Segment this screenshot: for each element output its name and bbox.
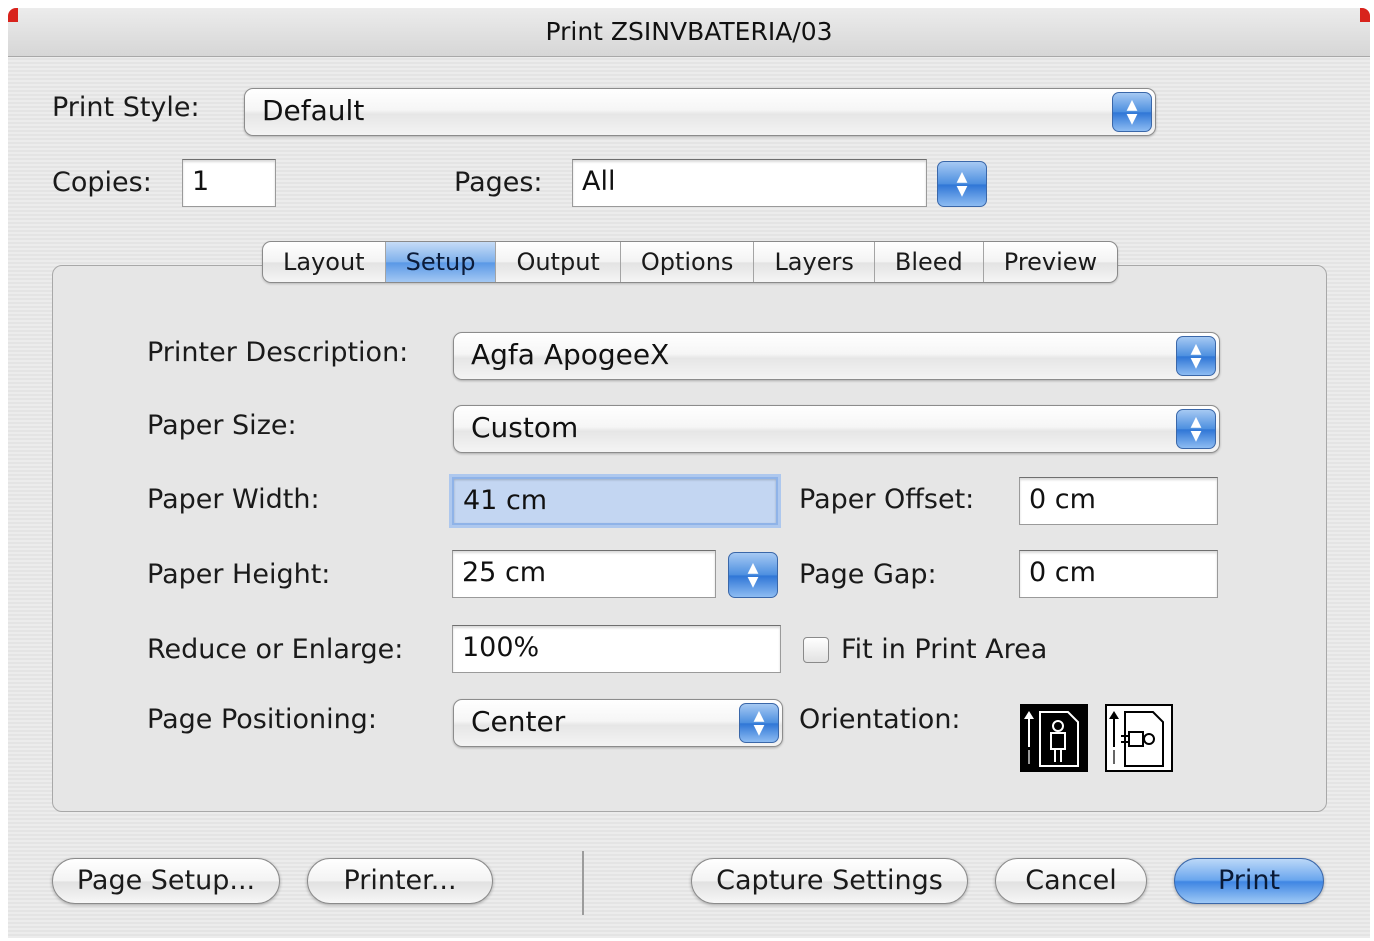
tab-preview[interactable]: Preview [982, 242, 1117, 282]
landscape-orientation-button[interactable] [1105, 704, 1173, 772]
paper-offset-field[interactable]: 0 cm [1019, 477, 1218, 525]
printer-description-popup[interactable]: Agfa ApogeeX ▲ ▼ [453, 332, 1220, 380]
paper-size-label: Paper Size: [147, 410, 297, 441]
button-separator [582, 851, 584, 915]
tab-output[interactable]: Output [495, 242, 619, 282]
printer-description-stepper-icon: ▲ ▼ [1176, 336, 1216, 376]
print-button[interactable]: Print [1174, 858, 1324, 904]
tab-setup[interactable]: Setup [384, 242, 496, 282]
paper-offset-label: Paper Offset: [799, 484, 975, 515]
tab-bleed[interactable]: Bleed [873, 242, 983, 282]
printer-button[interactable]: Printer... [307, 858, 493, 904]
paper-height-stepper[interactable]: ▲ ▼ [728, 552, 778, 598]
paper-width-label: Paper Width: [147, 484, 320, 515]
print-style-stepper-icon: ▲ ▼ [1112, 92, 1152, 132]
window-corner-left [8, 8, 18, 22]
printer-description-value: Agfa ApogeeX [471, 338, 670, 371]
paper-size-value: Custom [471, 411, 579, 444]
orientation-label: Orientation: [799, 704, 961, 735]
pages-stepper[interactable]: ▲ ▼ [937, 161, 987, 207]
paper-width-field[interactable]: 41 cm [452, 477, 778, 525]
fit-in-print-area-checkbox[interactable] [803, 637, 829, 663]
copies-field[interactable]: 1 [182, 159, 276, 207]
pages-label: Pages: [454, 167, 543, 198]
window-title: Print ZSINVBATERIA/03 [8, 8, 1370, 57]
page-positioning-value: Center [471, 705, 566, 738]
copies-label: Copies: [52, 167, 152, 198]
print-dialog: Print ZSINVBATERIA/03 Print Style: Defau… [8, 8, 1370, 938]
paper-height-field[interactable]: 25 cm [452, 550, 716, 598]
page-setup-button[interactable]: Page Setup... [52, 858, 280, 904]
reduce-enlarge-label: Reduce or Enlarge: [147, 634, 404, 665]
portrait-icon [1024, 711, 1079, 767]
landscape-icon [1109, 711, 1164, 767]
reduce-enlarge-field[interactable]: 100% [452, 625, 781, 673]
paper-size-popup[interactable]: Custom ▲ ▼ [453, 405, 1220, 453]
printer-description-label: Printer Description: [147, 337, 409, 368]
page-positioning-popup[interactable]: Center ▲ ▼ [453, 699, 783, 747]
page-gap-label: Page Gap: [799, 559, 937, 590]
print-style-popup[interactable]: Default ▲ ▼ [244, 88, 1156, 136]
capture-settings-button[interactable]: Capture Settings [691, 858, 968, 904]
paper-size-stepper-icon: ▲ ▼ [1176, 409, 1216, 449]
cancel-button[interactable]: Cancel [995, 858, 1147, 904]
tab-layers[interactable]: Layers [753, 242, 873, 282]
page-positioning-stepper-icon: ▲ ▼ [739, 703, 779, 743]
print-style-value: Default [262, 94, 365, 127]
page-gap-field[interactable]: 0 cm [1019, 550, 1218, 598]
pages-field[interactable]: All [572, 159, 927, 207]
paper-height-label: Paper Height: [147, 559, 331, 590]
tab-bar: Layout Setup Output Options Layers Bleed… [262, 241, 1119, 283]
tab-options[interactable]: Options [619, 242, 754, 282]
window-corner-right [1360, 8, 1370, 22]
page-positioning-label: Page Positioning: [147, 704, 377, 735]
print-style-label: Print Style: [52, 92, 200, 123]
portrait-orientation-button[interactable] [1020, 704, 1088, 772]
tab-layout[interactable]: Layout [263, 242, 385, 282]
fit-in-print-area-label[interactable]: Fit in Print Area [841, 634, 1047, 665]
